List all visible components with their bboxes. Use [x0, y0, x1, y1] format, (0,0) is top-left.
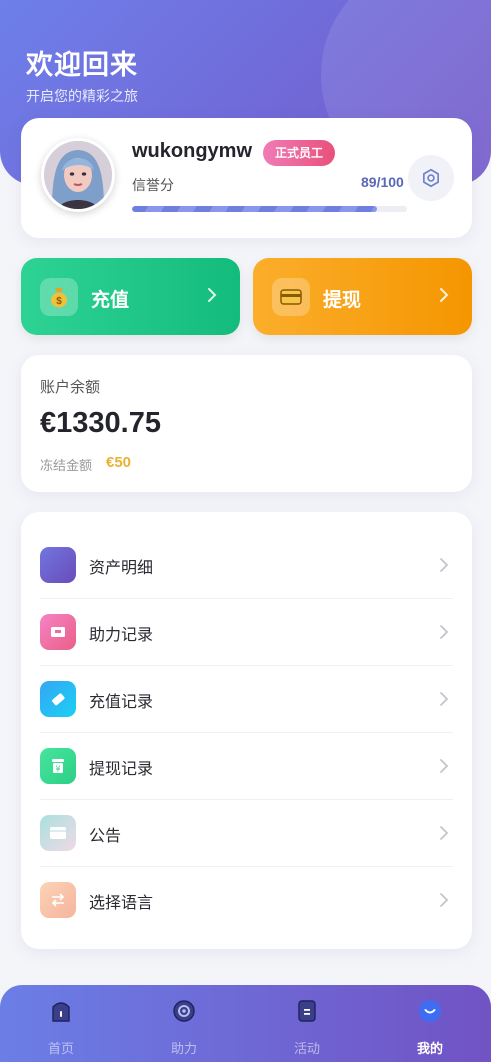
settings-button[interactable]: [408, 155, 454, 201]
page-title: 欢迎回来: [26, 50, 138, 81]
tab-home[interactable]: 首页: [0, 985, 122, 1062]
staff-badge: 正式员工: [263, 140, 336, 166]
profile-card: wukongymw 正式员工 信誉分 89/100: [21, 118, 472, 238]
gift-icon: [40, 614, 76, 650]
tab-mine[interactable]: 我的: [369, 985, 491, 1062]
money-bag-icon: $: [40, 278, 78, 316]
chevron-right-icon: [440, 893, 449, 907]
bottom-tab-bar: 首页 助力 活动 我的: [0, 985, 491, 1062]
menu-item-withdraw-records[interactable]: ¥ 提现记录: [40, 733, 453, 800]
menu-item-label: 资产明细: [89, 558, 154, 577]
profile-icon: [418, 998, 442, 1024]
recharge-button[interactable]: $ 充值: [21, 258, 240, 335]
tab-assist[interactable]: 助力: [123, 985, 245, 1062]
swap-icon: [40, 882, 76, 918]
tab-label: 首页: [47, 1042, 74, 1057]
svg-text:$: $: [56, 296, 62, 307]
chevron-right-icon: [440, 826, 449, 840]
withdraw-button[interactable]: 提现: [253, 258, 472, 335]
recharge-label: 充值: [91, 289, 130, 311]
menu-item-announcements[interactable]: 公告: [40, 800, 453, 867]
menu-list: 资产明细 助力记录 充值记录 ¥ 提现记录 公告 选择语言: [21, 512, 472, 949]
wallet-icon: [40, 547, 76, 583]
chevron-right-icon: [440, 625, 449, 639]
menu-item-asset-details[interactable]: 资产明细: [40, 532, 453, 599]
home-icon: [49, 998, 73, 1024]
frozen-amount-label: 冻结金额: [40, 459, 93, 474]
credit-score-label: 信誉分: [132, 178, 174, 194]
credit-progress-bar: [132, 206, 407, 212]
chevron-right-icon: [208, 288, 217, 302]
menu-item-label: 公告: [89, 826, 122, 845]
page-subtitle: 开启您的精彩之旅: [26, 89, 138, 105]
menu-item-assist-records[interactable]: 助力记录: [40, 599, 453, 666]
credit-card-icon: [272, 278, 310, 316]
credit-progress-fill: [132, 206, 377, 212]
withdraw-label: 提现: [323, 289, 362, 311]
chevron-right-icon: [440, 288, 449, 302]
balance-amount: €1330.75: [40, 407, 161, 439]
card-icon: [40, 815, 76, 851]
menu-item-recharge-records[interactable]: 充值记录: [40, 666, 453, 733]
menu-item-label: 选择语言: [89, 893, 154, 912]
tab-activity[interactable]: 活动: [246, 985, 368, 1062]
tab-label: 活动: [293, 1042, 320, 1057]
frozen-amount-value: €50: [106, 454, 132, 471]
credit-score-value: 89/100: [361, 174, 404, 190]
username: wukongymw: [132, 140, 253, 162]
menu-item-select-language[interactable]: 选择语言: [40, 867, 453, 934]
svg-text:¥: ¥: [55, 765, 60, 774]
chevron-right-icon: [440, 558, 449, 572]
document-icon: [295, 998, 319, 1024]
target-icon: [172, 998, 196, 1024]
tab-label: 助力: [170, 1042, 197, 1057]
menu-item-label: 提现记录: [89, 759, 154, 778]
balance-card: 账户余额 €1330.75 冻结金额 €50: [21, 355, 472, 492]
chevron-right-icon: [440, 759, 449, 773]
balance-label: 账户余额: [40, 378, 101, 396]
tab-label: 我的: [416, 1042, 443, 1057]
ticket-icon: [40, 681, 76, 717]
gear-icon: [423, 168, 439, 188]
menu-item-label: 充值记录: [89, 692, 154, 711]
menu-item-label: 助力记录: [89, 625, 154, 644]
yuan-box-icon: ¥: [40, 748, 76, 784]
avatar[interactable]: [41, 138, 115, 212]
chevron-right-icon: [440, 692, 449, 706]
avatar-image: [44, 141, 112, 209]
